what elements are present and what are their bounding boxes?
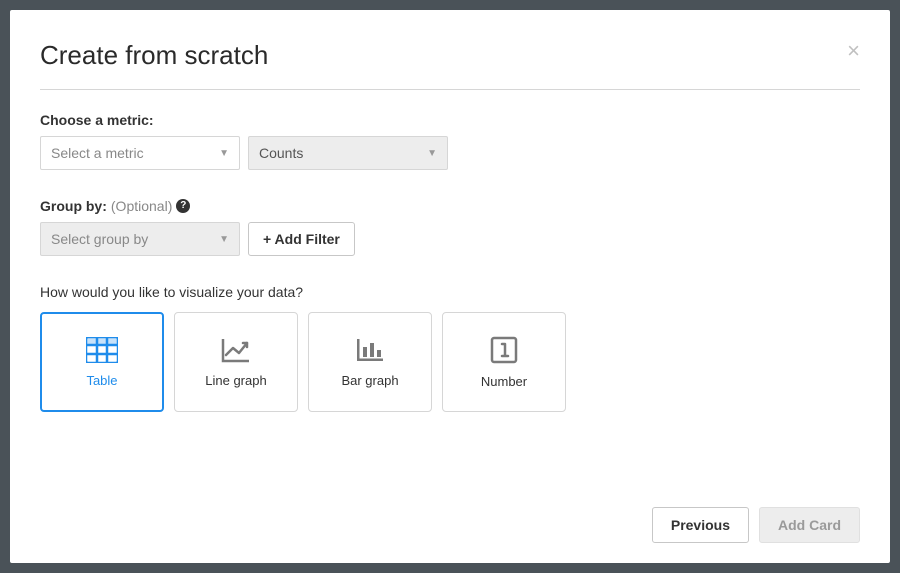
- modal-footer: Previous Add Card: [40, 487, 860, 543]
- aggregation-value: Counts: [259, 145, 303, 161]
- viz-label-bar: Bar graph: [341, 373, 398, 388]
- create-from-scratch-modal: Create from scratch × Choose a metric: S…: [10, 10, 890, 563]
- modal-title: Create from scratch: [40, 40, 268, 71]
- visualize-label: How would you like to visualize your dat…: [40, 284, 860, 300]
- help-icon[interactable]: ?: [176, 199, 190, 213]
- line-graph-icon: [221, 337, 251, 363]
- group-by-placeholder: Select group by: [51, 231, 148, 247]
- metric-select-placeholder: Select a metric: [51, 145, 144, 161]
- group-by-optional: (Optional): [111, 198, 172, 214]
- metric-select[interactable]: Select a metric ▼: [40, 136, 240, 170]
- viz-option-line[interactable]: Line graph: [174, 312, 298, 412]
- viz-option-table[interactable]: Table: [40, 312, 164, 412]
- group-by-select[interactable]: Select group by ▼: [40, 222, 240, 256]
- group-by-label: Group by:: [40, 198, 107, 214]
- metric-row: Select a metric ▼ Counts ▼: [40, 136, 860, 170]
- group-by-row: Select group by ▼ + Add Filter: [40, 222, 860, 256]
- viz-option-number[interactable]: Number: [442, 312, 566, 412]
- viz-label-table: Table: [86, 373, 117, 388]
- add-card-button[interactable]: Add Card: [759, 507, 860, 543]
- table-icon: [86, 337, 118, 363]
- add-filter-button[interactable]: + Add Filter: [248, 222, 355, 256]
- close-icon: ×: [847, 38, 860, 63]
- group-by-label-row: Group by: (Optional) ?: [40, 198, 860, 214]
- number-icon: [490, 336, 518, 364]
- metric-label: Choose a metric:: [40, 112, 860, 128]
- viz-options: Table Line graph: [40, 312, 860, 412]
- chevron-down-icon: ▼: [427, 148, 437, 159]
- modal-header: Create from scratch ×: [40, 40, 860, 90]
- viz-label-line: Line graph: [205, 373, 266, 388]
- close-button[interactable]: ×: [847, 40, 860, 62]
- chevron-down-icon: ▼: [219, 148, 229, 159]
- aggregation-select[interactable]: Counts ▼: [248, 136, 448, 170]
- viz-label-number: Number: [481, 374, 527, 389]
- chevron-down-icon: ▼: [219, 234, 229, 245]
- previous-button[interactable]: Previous: [652, 507, 749, 543]
- viz-option-bar[interactable]: Bar graph: [308, 312, 432, 412]
- bar-graph-icon: [355, 337, 385, 363]
